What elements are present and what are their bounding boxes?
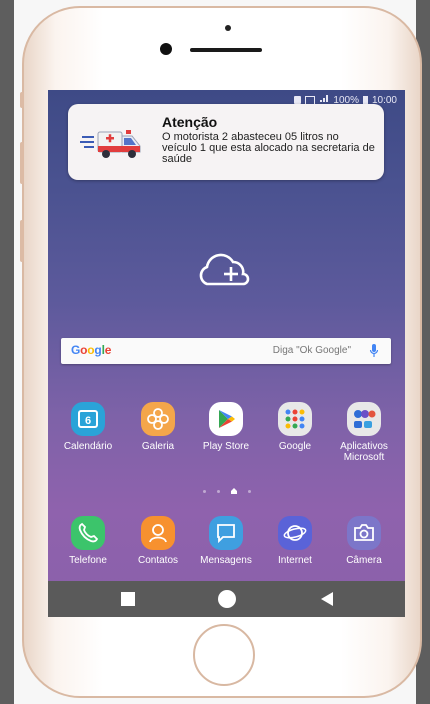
volume-up-button (20, 142, 24, 184)
google-logo: Google (71, 343, 112, 357)
home-icon (218, 590, 236, 608)
app-camera[interactable]: Câmera (334, 516, 394, 566)
calendar-icon: 6 (71, 402, 105, 436)
side-button (20, 92, 24, 108)
page-dot (217, 489, 220, 493)
app-google-folder[interactable]: Google (265, 402, 325, 452)
app-telefone[interactable]: Telefone (58, 516, 118, 566)
google-folder-icon (278, 402, 312, 436)
recent-apps-button[interactable] (98, 581, 158, 617)
home-button[interactable] (197, 581, 257, 617)
page-dot (248, 489, 251, 493)
page-dot (203, 489, 206, 493)
gallery-flower-icon (141, 402, 175, 436)
notification-card[interactable]: Atenção O motorista 2 abasteceu 05 litro… (68, 104, 384, 180)
app-label: Internet (278, 555, 312, 566)
notification-body: O motorista 2 abasteceu 05 litros no veí… (162, 131, 375, 165)
home-page-indicator-icon (231, 488, 237, 494)
app-internet[interactable]: Internet (265, 516, 325, 566)
play-store-icon (209, 402, 243, 436)
app-label: Câmera (346, 555, 382, 566)
microsoft-folder-icon (347, 402, 381, 436)
microphone-icon[interactable] (369, 343, 379, 359)
earpiece-speaker (190, 48, 262, 52)
app-label: Aplicativos Microsoft (340, 441, 388, 463)
app-label: Galeria (141, 441, 175, 452)
back-button[interactable] (297, 581, 357, 617)
app-play-store[interactable]: Play Store (196, 402, 256, 452)
app-galeria[interactable]: Galeria (128, 402, 188, 452)
calendar-day: 6 (78, 410, 98, 428)
app-contatos[interactable]: Contatos (128, 516, 188, 566)
app-label: Telefone (69, 555, 107, 566)
phone-icon (71, 516, 105, 550)
navigation-bar (48, 581, 405, 617)
notification-small-icon (294, 96, 302, 104)
ambulance-icon (80, 130, 141, 158)
phone-screen: 100% 10:00 Atenção O motorista 2 abastec… (48, 90, 405, 617)
proximity-sensor (225, 25, 231, 31)
app-label: Mensagens (200, 555, 252, 566)
physical-home-button[interactable] (193, 624, 255, 686)
camera-icon (347, 516, 381, 550)
app-label: Calendário (63, 441, 113, 452)
back-icon (321, 592, 333, 606)
app-mensagens[interactable]: Mensagens (196, 516, 256, 566)
contacts-icon (141, 516, 175, 550)
app-label: Contatos (137, 555, 179, 566)
internet-icon (278, 516, 312, 550)
notification-title: Atenção (162, 114, 218, 130)
messages-icon (209, 516, 243, 550)
front-camera (160, 43, 172, 55)
app-aplicativos-microsoft[interactable]: Aplicativos Microsoft (334, 402, 394, 463)
app-calendario[interactable]: 6 Calendário (58, 402, 118, 452)
google-search-bar[interactable]: Google Diga "Ok Google" (61, 338, 391, 364)
recent-apps-icon (121, 592, 135, 606)
search-hint: Diga "Ok Google" (272, 345, 351, 356)
volume-down-button (20, 220, 24, 262)
app-label: Play Store (202, 441, 250, 452)
app-label: Google (278, 441, 312, 452)
cloud-add-icon[interactable] (193, 250, 255, 290)
page-indicator (203, 488, 251, 494)
